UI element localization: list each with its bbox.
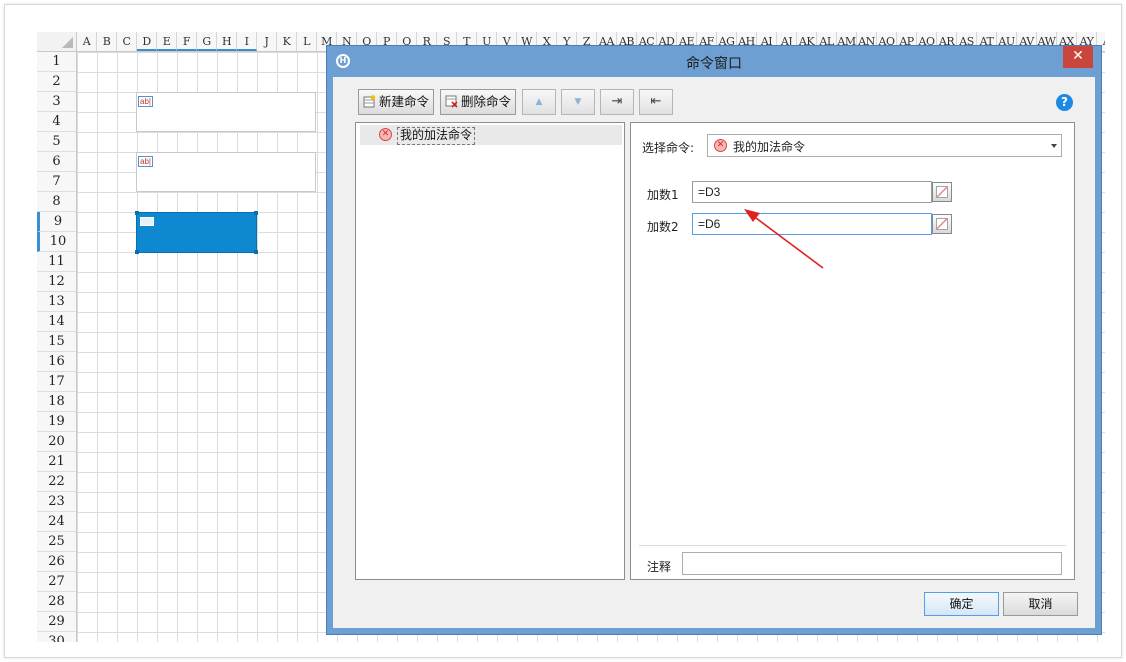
screenshot-frame: A B C D E F G H I J K L M N O P Q R S T U V W X Y Z AA AB AC AD AE AF AG… bbox=[4, 4, 1122, 658]
row-header[interactable]: 9 bbox=[37, 212, 76, 232]
ok-button[interactable]: 确定 bbox=[924, 592, 999, 616]
help-icon[interactable]: ? bbox=[1056, 94, 1073, 111]
dialog-titlebar[interactable]: H 命令窗口 ✕ bbox=[327, 46, 1101, 77]
row-header[interactable]: 23 bbox=[37, 492, 76, 512]
row-header[interactable]: 22 bbox=[37, 472, 76, 492]
dialog-body: 新建命令 删除命令 ▲ ▼ ⇥ ⇤ ? ✕ 我的加法命令 选择命令: ✕ 我的加… bbox=[333, 77, 1095, 628]
row-header[interactable]: 4 bbox=[37, 112, 76, 132]
move-up-button[interactable]: ▲ bbox=[522, 89, 556, 115]
arrow-up-icon: ▲ bbox=[535, 97, 543, 107]
note-input[interactable] bbox=[682, 552, 1062, 575]
param-label-addend1: 加数1 bbox=[647, 188, 679, 202]
dialog-title: 命令窗口 bbox=[686, 56, 742, 72]
row-header[interactable]: 6 bbox=[37, 152, 76, 172]
column-header[interactable]: H bbox=[217, 32, 237, 51]
row-header[interactable]: 27 bbox=[37, 572, 76, 592]
row-header[interactable]: 14 bbox=[37, 312, 76, 332]
column-header[interactable]: L bbox=[297, 32, 317, 51]
error-icon: ✕ bbox=[379, 128, 392, 141]
column-header[interactable]: A bbox=[77, 32, 97, 51]
delete-command-button[interactable]: 删除命令 bbox=[440, 89, 516, 115]
indent-button[interactable]: ⇥ bbox=[600, 89, 634, 115]
delete-command-label: 删除命令 bbox=[461, 94, 512, 109]
addend2-input[interactable]: =D6 bbox=[692, 213, 932, 235]
row-header[interactable]: 30 bbox=[37, 632, 76, 642]
arrow-down-icon: ▼ bbox=[574, 97, 582, 107]
move-down-button[interactable]: ▼ bbox=[561, 89, 595, 115]
formula-picker-icon[interactable] bbox=[932, 182, 952, 202]
column-header[interactable]: D bbox=[137, 32, 157, 51]
row-header[interactable]: 29 bbox=[37, 612, 76, 632]
row-header[interactable]: 7 bbox=[37, 172, 76, 192]
cancel-button[interactable]: 取消 bbox=[1003, 592, 1078, 616]
column-header[interactable]: E bbox=[157, 32, 177, 51]
new-command-icon bbox=[363, 95, 376, 108]
command-name-label: 我的加法命令 bbox=[397, 127, 476, 145]
row-header[interactable]: 17 bbox=[37, 372, 76, 392]
row-headers: 1 2 3 4 5 6 7 8 9 10 11 12 13 14 15 16 17 18 19 20 21 22 23 24 2… bbox=[37, 52, 77, 642]
divider bbox=[639, 545, 1066, 546]
row-header[interactable]: 2 bbox=[37, 72, 76, 92]
column-header[interactable]: C bbox=[117, 32, 137, 51]
row-header[interactable]: 16 bbox=[37, 352, 76, 372]
column-header[interactable]: I bbox=[237, 32, 257, 51]
resize-handle[interactable] bbox=[254, 211, 258, 215]
row-header[interactable]: 3 bbox=[37, 92, 76, 112]
select-command-label: 选择命令: bbox=[642, 141, 695, 155]
row-header[interactable]: 10 bbox=[37, 232, 76, 252]
select-all-corner[interactable] bbox=[37, 32, 77, 52]
delete-command-icon bbox=[445, 95, 458, 108]
row-header[interactable]: 15 bbox=[37, 332, 76, 352]
textbox-icon: ab| bbox=[138, 156, 153, 167]
chevron-down-icon bbox=[1051, 144, 1057, 148]
textbox-cell-d3[interactable]: ab| bbox=[136, 92, 316, 132]
row-header[interactable]: 21 bbox=[37, 452, 76, 472]
row-header[interactable]: 26 bbox=[37, 552, 76, 572]
resize-handle[interactable] bbox=[135, 250, 139, 254]
addend1-input[interactable]: =D3 bbox=[692, 181, 932, 203]
row-header[interactable]: 1 bbox=[37, 52, 76, 72]
row-header[interactable]: 19 bbox=[37, 412, 76, 432]
column-header[interactable]: K bbox=[277, 32, 297, 51]
outdent-icon: ⇤ bbox=[650, 94, 662, 109]
row-header[interactable]: 25 bbox=[37, 532, 76, 552]
button-icon bbox=[140, 217, 154, 226]
row-header[interactable]: 13 bbox=[37, 292, 76, 312]
textbox-cell-d6[interactable]: ab| bbox=[136, 152, 316, 192]
column-header[interactable]: J bbox=[257, 32, 277, 51]
textbox-icon: ab| bbox=[138, 96, 153, 107]
select-command-dropdown[interactable]: ✕ 我的加法命令 bbox=[707, 134, 1062, 157]
button-cell-d9[interactable] bbox=[135, 211, 258, 254]
error-icon: ✕ bbox=[714, 139, 727, 152]
selected-command-text: 我的加法命令 bbox=[733, 140, 806, 154]
column-header[interactable]: G bbox=[197, 32, 217, 51]
command-window-dialog: H 命令窗口 ✕ 新建命令 删除命令 ▲ ▼ ⇥ ⇤ ? ✕ 我的加法命令 选择… bbox=[326, 45, 1102, 635]
row-header[interactable]: 12 bbox=[37, 272, 76, 292]
resize-handle[interactable] bbox=[135, 211, 139, 215]
note-label: 注释 bbox=[647, 560, 672, 574]
row-header[interactable]: 18 bbox=[37, 392, 76, 412]
close-button[interactable]: ✕ bbox=[1063, 46, 1093, 68]
column-header[interactable]: F bbox=[177, 32, 197, 51]
formula-picker-icon[interactable] bbox=[932, 214, 952, 234]
row-header[interactable]: 24 bbox=[37, 512, 76, 532]
new-command-button[interactable]: 新建命令 bbox=[358, 89, 434, 115]
row-header[interactable]: 5 bbox=[37, 132, 76, 152]
indent-icon: ⇥ bbox=[611, 94, 623, 109]
column-header[interactable]: B bbox=[97, 32, 117, 51]
param-label-addend2: 加数2 bbox=[647, 220, 679, 234]
resize-handle[interactable] bbox=[254, 250, 258, 254]
new-command-label: 新建命令 bbox=[379, 94, 430, 109]
row-header[interactable]: 8 bbox=[37, 192, 76, 212]
command-list-panel: ✕ 我的加法命令 bbox=[355, 122, 625, 580]
list-item[interactable]: ✕ 我的加法命令 bbox=[360, 125, 622, 145]
row-header[interactable]: 20 bbox=[37, 432, 76, 452]
outdent-button[interactable]: ⇤ bbox=[639, 89, 673, 115]
row-header[interactable]: 28 bbox=[37, 592, 76, 612]
row-header[interactable]: 11 bbox=[37, 252, 76, 272]
command-properties-panel: 选择命令: ✕ 我的加法命令 加数1 =D3 加数2 =D6 注释 bbox=[630, 122, 1075, 580]
